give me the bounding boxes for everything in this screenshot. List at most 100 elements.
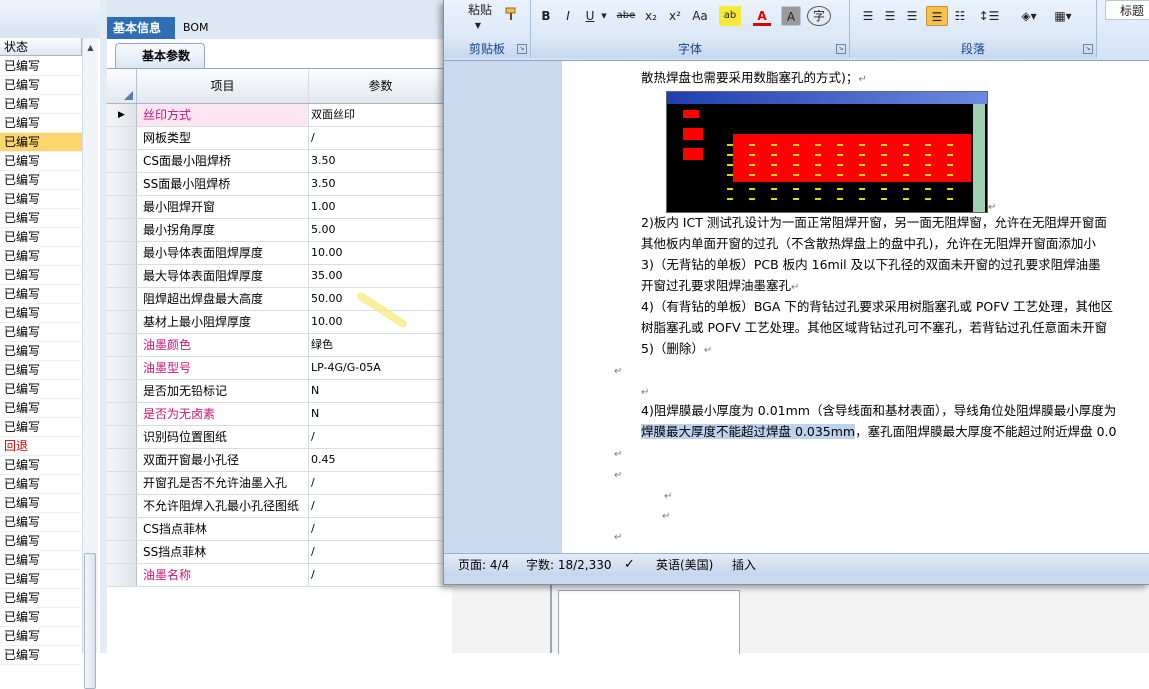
grid-row[interactable]: 最小阻焊开窗 1.00 [107,196,452,219]
status-row[interactable]: 已编写 [0,285,82,304]
tab-bom[interactable]: BOM [177,17,217,39]
row-header[interactable] [107,357,137,379]
status-row[interactable]: 已编写 [0,570,82,589]
enclose-character-button[interactable]: 字 [807,6,831,26]
param-item-cell[interactable]: 阻焊超出焊盘最大高度 [137,288,309,310]
param-item-cell[interactable]: 油墨名称 [137,564,309,586]
param-value-cell[interactable]: / [309,472,452,494]
distributed-icon[interactable]: ☷ [950,6,970,26]
status-row[interactable]: 已编写 [0,399,82,418]
param-value-cell[interactable]: / [309,127,452,149]
status-row[interactable]: 已编写 [0,361,82,380]
param-value-cell[interactable]: 0.45 [309,449,452,471]
param-item-cell[interactable]: 丝印方式 [137,104,309,126]
row-header[interactable] [107,518,137,540]
status-row[interactable]: 已编写 [0,76,82,95]
param-value-cell[interactable]: 35.00 [309,265,452,287]
align-center-icon[interactable]: ☰ [880,6,900,26]
param-value-cell[interactable]: LP-4G/G-05A [309,357,452,379]
grid-row[interactable]: 不允许阻焊入孔最小孔径图纸 / [107,495,452,518]
subscript-button[interactable]: x₂ [641,6,661,26]
status-row[interactable]: 已编写 [0,380,82,399]
param-item-cell[interactable]: SS面最小阻焊桥 [137,173,309,195]
param-item-cell[interactable]: 油墨型号 [137,357,309,379]
grid-row[interactable]: SS挡点菲林 / [107,541,452,564]
grid-row[interactable]: 最小拐角厚度 5.00 [107,219,452,242]
row-header[interactable] [107,196,137,218]
highlight-button[interactable]: ab [719,6,741,26]
column-header-value[interactable]: 参数 [309,69,452,103]
param-value-cell[interactable]: / [309,518,452,540]
param-value-cell[interactable]: N [309,403,452,425]
underline-dropdown-icon[interactable]: ▼ [599,6,609,26]
param-item-cell[interactable]: 开窗孔是否不允许油墨入孔 [137,472,309,494]
status-row[interactable]: 已编写 [0,171,82,190]
param-value-cell[interactable]: 5.00 [309,219,452,241]
grid-row[interactable]: 双面开窗最小孔径 0.45 [107,449,452,472]
paragraph-launcher-icon[interactable]: ↘ [1083,44,1093,54]
param-item-cell[interactable]: 识别码位置图纸 [137,426,309,448]
status-row[interactable]: 已编写 [0,57,82,76]
grid-row[interactable]: 是否为无卤素 N [107,403,452,426]
justify-icon[interactable]: ☰ [926,6,948,26]
status-row[interactable]: 已编写 [0,114,82,133]
param-item-cell[interactable]: SS挡点菲林 [137,541,309,563]
param-item-cell[interactable]: 最小阻焊开窗 [137,196,309,218]
change-case-button[interactable]: Aa [689,6,711,26]
param-item-cell[interactable]: 基材上最小阻焊厚度 [137,311,309,333]
param-value-cell[interactable]: 3.50 [309,173,452,195]
grid-row[interactable]: ▶ 丝印方式 双面丝印 [107,104,452,127]
italic-button[interactable]: I [559,6,577,26]
param-value-cell[interactable]: 1.00 [309,196,452,218]
line-spacing-icon[interactable]: ↕☰ [974,6,1004,26]
subtab-basic-params[interactable]: 基本参数 [115,43,205,68]
param-value-cell[interactable]: / [309,426,452,448]
param-item-cell[interactable]: 双面开窗最小孔径 [137,449,309,471]
page-count[interactable]: 页面: 4/4 [458,554,509,576]
param-value-cell[interactable]: / [309,541,452,563]
tab-basic-info[interactable]: 基本信息 [107,17,175,39]
grid-row[interactable]: 识别码位置图纸 / [107,426,452,449]
param-item-cell[interactable]: 最小导体表面阻焊厚度 [137,242,309,264]
bold-button[interactable]: B [537,6,555,26]
scroll-up-icon[interactable]: ▲ [83,40,98,55]
left-scrollbar[interactable]: ▲ [82,38,98,689]
grid-row[interactable]: 油墨颜色 绿色 [107,334,452,357]
current-row-indicator-icon[interactable]: ▶ [107,104,137,126]
shading-icon[interactable]: ◈▾ [1014,6,1044,26]
row-header[interactable] [107,403,137,425]
row-header[interactable] [107,541,137,563]
param-value-cell[interactable]: / [309,495,452,517]
param-item-cell[interactable]: 不允许阻焊入孔最小孔径图纸 [137,495,309,517]
status-row[interactable]: 已编写 [0,456,82,475]
word-count[interactable]: 字数: 18/2,330 [526,554,612,576]
strikethrough-button[interactable]: abe [613,6,639,26]
status-row[interactable]: 已编写 [0,95,82,114]
grid-row[interactable]: 网板类型 / [107,127,452,150]
grid-row[interactable]: 最小导体表面阻焊厚度 10.00 [107,242,452,265]
row-header[interactable] [107,334,137,356]
status-row[interactable]: 已编写 [0,342,82,361]
proofing-icon[interactable]: ✓ [624,554,635,576]
status-row[interactable]: 已编写 [0,247,82,266]
param-item-cell[interactable]: 最大导体表面阻焊厚度 [137,265,309,287]
row-header[interactable] [107,242,137,264]
grid-row[interactable]: 阻焊超出焊盘最大高度 50.00 [107,288,452,311]
status-row[interactable]: 已编写 [0,323,82,342]
format-painter-icon[interactable] [502,6,520,26]
status-row[interactable]: 回退 [0,437,82,456]
font-color-button[interactable]: A [753,6,771,26]
status-row[interactable]: 已编写 [0,532,82,551]
status-row[interactable]: 已编写 [0,152,82,171]
row-header[interactable] [107,311,137,333]
grid-row[interactable]: SS面最小阻焊桥 3.50 [107,173,452,196]
row-header[interactable] [107,449,137,471]
grid-row[interactable]: CS面最小阻焊桥 3.50 [107,150,452,173]
row-header[interactable] [107,380,137,402]
grid-row[interactable]: 油墨名称 / [107,564,452,587]
clipboard-launcher-icon[interactable]: ↘ [517,44,527,54]
insert-mode-indicator[interactable]: 插入 [732,554,756,576]
status-row[interactable]: 已编写 [0,494,82,513]
param-item-cell[interactable]: CS面最小阻焊桥 [137,150,309,172]
param-value-cell[interactable]: / [309,564,452,586]
